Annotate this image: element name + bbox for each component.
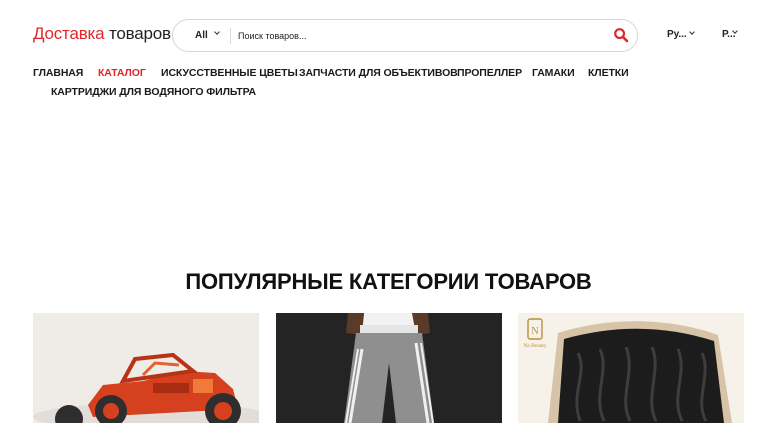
category-card-sweatpants[interactable] [276, 313, 502, 423]
search-divider [230, 28, 231, 44]
nav-item-cages[interactable]: Клетки [588, 67, 629, 79]
currency-selector[interactable]: Р... [722, 28, 738, 40]
nav-item-hammocks[interactable]: Гамаки [532, 67, 575, 79]
search-icon[interactable] [613, 27, 630, 44]
logo-rest-text: товаров [108, 24, 171, 43]
site-logo[interactable]: Доставка товаров [33, 24, 171, 44]
nav-item-propeller[interactable]: Пропеллер [457, 67, 522, 79]
brand-logo-text: Na Beauty [523, 343, 547, 349]
svg-text:N: N [531, 326, 538, 337]
category-card-hair-frontal[interactable]: N Na Beauty [518, 313, 744, 423]
popular-categories-title: Популярные категории товаров [185, 269, 592, 294]
nav-item-artificial-flowers[interactable]: Искусственные цветы [161, 67, 298, 79]
search-category-select[interactable]: All [195, 20, 231, 51]
chevron-down-icon [214, 29, 220, 35]
hair-frontal-image: N Na Beauty [518, 313, 744, 423]
nav-item-home[interactable]: Главная [33, 67, 83, 79]
language-label: Ру... [667, 29, 687, 40]
category-card-rc-buggy[interactable] [33, 313, 259, 423]
nav-item-lens-parts[interactable]: Запчасти для объективов [299, 67, 458, 79]
logo-accent-text: Доставка [33, 24, 105, 43]
chevron-down-icon [689, 29, 695, 35]
language-selector[interactable]: Ру... [667, 29, 695, 40]
sweatpants-image [276, 313, 502, 423]
search-bar: All [172, 19, 638, 52]
rc-buggy-image [33, 313, 259, 423]
search-input[interactable] [238, 25, 598, 46]
search-category-label: All [195, 30, 208, 41]
nav-item-water-filter-cartridges[interactable]: Картриджи для водяного фильтра [51, 86, 256, 98]
nav-item-catalog[interactable]: Каталог [98, 67, 146, 79]
